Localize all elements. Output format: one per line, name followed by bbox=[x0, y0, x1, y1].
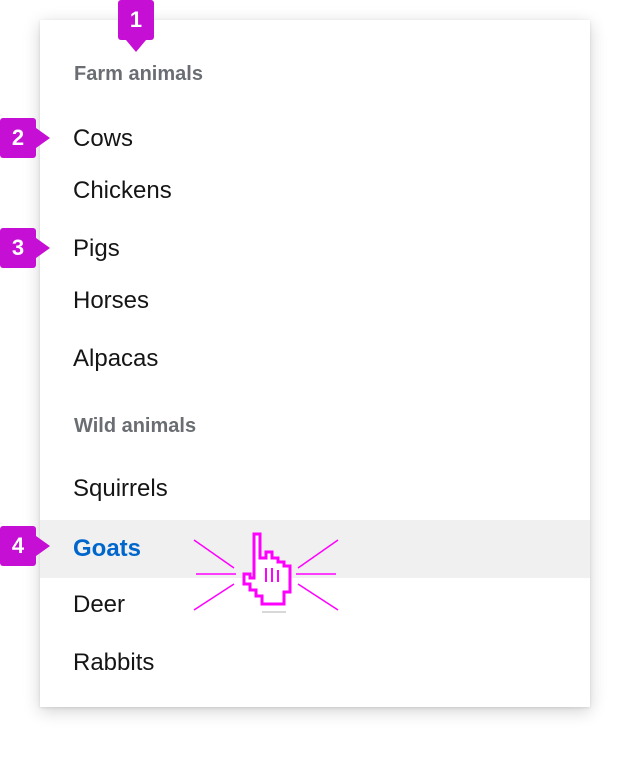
menu-item-squirrels[interactable]: Squirrels bbox=[40, 460, 590, 518]
group-title-wild-animals: Wild animals bbox=[74, 415, 197, 437]
callout-1: 1 bbox=[118, 0, 154, 52]
callout-3: 3 bbox=[0, 228, 50, 268]
menu-item-chickens[interactable]: Chickens bbox=[40, 162, 590, 220]
callout-2: 2 bbox=[0, 118, 50, 158]
menu-item-pigs[interactable]: Pigs bbox=[40, 220, 590, 278]
menu-item-horses[interactable]: Horses bbox=[40, 272, 590, 330]
menu-item-alpacas[interactable]: Alpacas bbox=[40, 330, 590, 388]
menu-item-cows[interactable]: Cows bbox=[40, 110, 590, 168]
hand-pointer-cursor-icon bbox=[193, 532, 339, 613]
menu-item-rabbits[interactable]: Rabbits bbox=[40, 634, 590, 692]
callout-4: 4 bbox=[0, 526, 50, 566]
group-title-farm-animals: Farm animals bbox=[74, 63, 203, 85]
